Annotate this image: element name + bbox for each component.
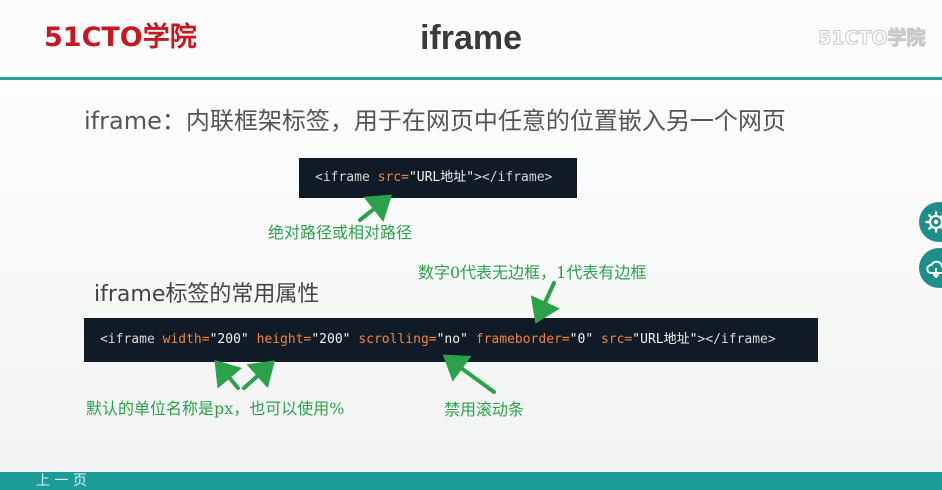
arrow-scrolling bbox=[442, 354, 496, 394]
code-token-attr: height= bbox=[256, 332, 312, 347]
code-token-attr: src= bbox=[377, 170, 409, 185]
code-token-attr: width= bbox=[162, 332, 210, 347]
code-token-value: "URL地址" bbox=[408, 170, 475, 185]
slide-header: 51CTO学院 iframe 51CTO学院 bbox=[0, 0, 942, 78]
arrow-path bbox=[358, 194, 393, 222]
code-token: <iframe bbox=[315, 170, 378, 185]
code-token-value: "200" bbox=[311, 332, 351, 347]
annotation-scrolling: 禁用滚动条 bbox=[444, 400, 525, 419]
code-token-value: "0" bbox=[569, 332, 594, 347]
annotation-unit: 默认的单位名称是px，也可以使用% bbox=[86, 399, 345, 418]
slide-title: iframe bbox=[419, 19, 523, 57]
code-block-attributes: <iframe width="200" height="200" scrolli… bbox=[84, 318, 818, 362]
code-token: <iframe bbox=[100, 332, 163, 347]
definition-text: iframe：内联框架标签，用于在网页中任意的位置嵌入另一个网页 bbox=[84, 107, 786, 135]
arrow-height bbox=[242, 360, 275, 390]
annotation-frameborder: 数字0代表无边框，1代表有边框 bbox=[418, 263, 647, 282]
header-divider bbox=[0, 77, 942, 80]
footer-caption: 上 一 页 bbox=[36, 473, 87, 489]
code-token-value: "200" bbox=[209, 332, 249, 347]
slide-footer: 上 一 页 bbox=[0, 472, 942, 490]
code-token-attr: src= bbox=[600, 332, 633, 347]
gear-icon bbox=[925, 211, 942, 233]
code-token: ></iframe> bbox=[697, 332, 776, 347]
brand-watermark: 51CTO学院 bbox=[818, 27, 926, 50]
side-cloud-button[interactable] bbox=[919, 248, 942, 288]
code-token-value: "no" bbox=[436, 332, 468, 347]
code-token-attr: frameborder= bbox=[475, 332, 570, 347]
code-token: ></iframe> bbox=[474, 170, 553, 185]
annotation-path: 绝对路径或相对路径 bbox=[268, 223, 413, 242]
code-token-value: "URL地址" bbox=[632, 332, 698, 347]
attributes-subtitle: iframe标签的常用属性 bbox=[94, 282, 320, 307]
code-block-src: <iframe src="URL地址"></iframe> bbox=[299, 158, 577, 198]
arrow-width bbox=[214, 359, 243, 390]
cloud-icon bbox=[926, 260, 942, 279]
code-token-attr: scrolling= bbox=[358, 332, 437, 347]
side-gear-button[interactable] bbox=[919, 202, 942, 242]
arrow-frameborder bbox=[530, 281, 560, 324]
